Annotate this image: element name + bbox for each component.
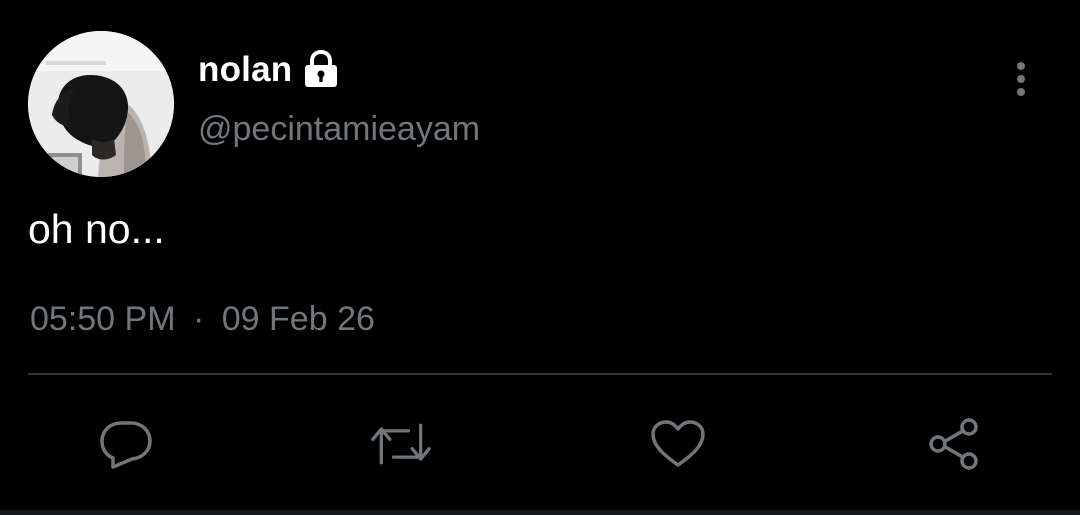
like-button[interactable] xyxy=(648,414,708,474)
bottom-divider xyxy=(0,510,1080,515)
like-icon xyxy=(651,420,705,467)
tweet-timestamp[interactable]: 05:50 PM · 09 Feb 26 xyxy=(30,300,375,339)
avatar-photo xyxy=(28,31,174,177)
tweet-card: nolan @pecintamieayam oh no... 05:50 PM … xyxy=(0,0,1080,515)
tweet-text: oh no... xyxy=(28,206,165,252)
retweet-button[interactable] xyxy=(371,414,431,474)
meta-separator: · xyxy=(192,300,205,338)
reply-button[interactable] xyxy=(96,414,156,474)
retweet-icon xyxy=(371,423,431,465)
tweet-date: 09 Feb 26 xyxy=(221,300,375,338)
user-handle[interactable]: @pecintamieayam xyxy=(198,110,480,149)
lock-icon xyxy=(302,49,340,90)
reply-icon xyxy=(100,421,152,469)
avatar[interactable] xyxy=(28,31,174,177)
share-button[interactable] xyxy=(924,414,984,474)
share-icon xyxy=(929,418,978,470)
more-options-button[interactable] xyxy=(1003,57,1039,101)
divider xyxy=(28,373,1052,375)
display-name[interactable]: nolan xyxy=(198,50,292,90)
tweet-time: 05:50 PM xyxy=(30,300,176,338)
display-name-row: nolan xyxy=(198,47,340,93)
more-vertical-icon xyxy=(1017,62,1025,96)
